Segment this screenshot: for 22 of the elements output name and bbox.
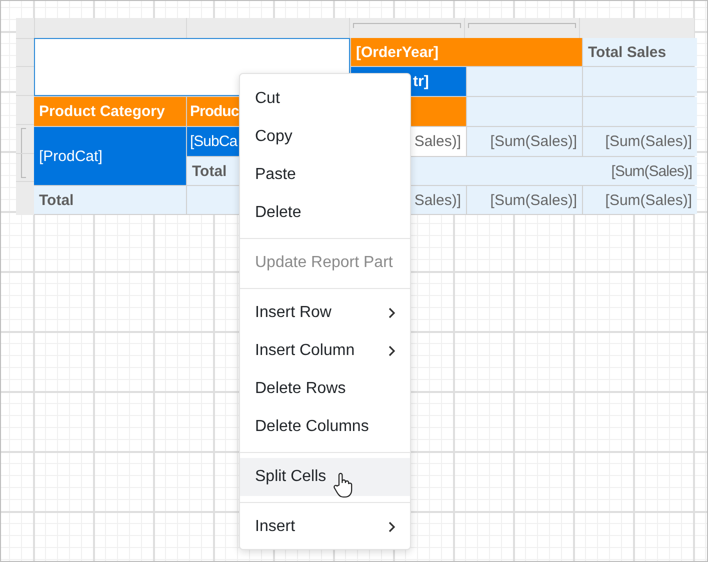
total-cell[interactable]: Total [34,186,186,214]
table-cell[interactable] [583,67,697,96]
menu-item[interactable]: Insert Column [240,332,410,370]
menu-item[interactable]: Copy [240,118,410,156]
value-cell[interactable]: [Sum(Sales)] [583,127,697,156]
menu-item[interactable]: Insert Row [240,294,410,332]
table-cell[interactable] [467,67,582,96]
value-cell[interactable]: [Sum(Sales)] [467,127,582,156]
table-cell[interactable] [583,97,697,126]
row-group-marker [21,128,26,178]
table-cell[interactable] [467,97,582,126]
total-cell[interactable]: Total Sales [583,38,697,66]
value-cell[interactable]: [Sum(Sales)] [467,186,582,214]
menu-item[interactable]: Cut [240,80,410,118]
hand-cursor-icon [333,472,353,498]
menu-item[interactable]: Insert [240,508,410,546]
menu-item[interactable]: Delete [240,194,410,232]
menu-item[interactable]: Delete Columns [240,408,410,446]
menu-item[interactable]: Delete Rows [240,370,410,408]
value-cell[interactable]: [Sum(Sales)] [583,186,697,214]
field-cell[interactable]: [ProdCat] [34,127,186,185]
menu-item[interactable]: Split Cells [240,458,410,496]
